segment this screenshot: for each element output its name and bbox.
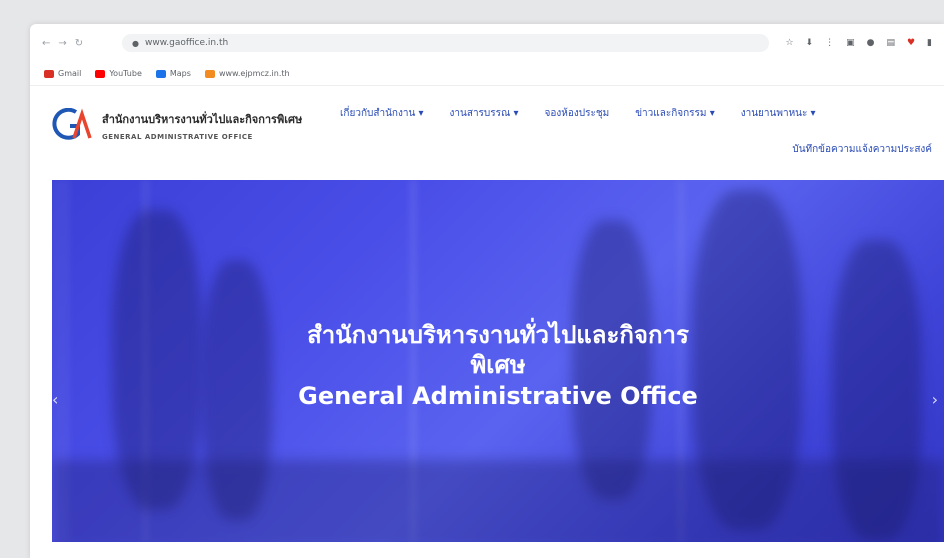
bookmark-site[interactable]: www.ejpmcz.in.th xyxy=(204,69,290,78)
menu-item-about[interactable]: เกี่ยวกับสำนักงาน ▾ xyxy=(340,106,424,121)
gmail-icon xyxy=(44,69,54,78)
menu-item-news[interactable]: ข่าวและกิจกรรม ▾ xyxy=(635,106,715,121)
back-icon[interactable]: ← xyxy=(42,38,50,49)
reload-icon[interactable]: ↻ xyxy=(75,38,83,49)
site-logo[interactable]: สำนักงานบริหารงานทั่วไปและกิจการพิเศษ GE… xyxy=(52,108,302,142)
hero-title-th-line1: สำนักงานบริหารงานทั่วไปและกิจการ xyxy=(307,321,689,349)
logo-title-th: สำนักงานบริหารงานทั่วไปและกิจการพิเศษ xyxy=(102,112,303,126)
toolbar-icons: ☆ ⬇ ⋮ ▣ ● ▤ ♥ ▮ xyxy=(785,38,932,48)
bookmark-gmail[interactable]: Gmail xyxy=(44,69,81,78)
profile-icon[interactable]: ▮ xyxy=(927,38,932,48)
menu-item-vehicles[interactable]: งานยานพาหนะ ▾ xyxy=(741,106,816,121)
maps-icon xyxy=(155,69,166,78)
bookmark-youtube[interactable]: YouTube xyxy=(95,69,142,78)
bookmark-maps[interactable]: Maps xyxy=(155,69,191,78)
youtube-icon xyxy=(95,69,106,78)
extension-icon[interactable]: ▤ xyxy=(886,38,895,48)
hero-title-th-line2: พิเศษ xyxy=(470,351,526,379)
ga-logo-icon xyxy=(52,108,92,140)
address-bar[interactable]: ● www.gaoffice.in.th xyxy=(122,34,770,52)
carousel-prev-icon[interactable]: ‹ xyxy=(52,390,58,409)
site-header: สำนักงานบริหารงานทั่วไปและกิจการพิเศษ GE… xyxy=(30,86,944,178)
logo-text: สำนักงานบริหารงานทั่วไปและกิจการพิเศษ GE… xyxy=(102,110,302,141)
browser-window: ← → ↻ ● www.gaoffice.in.th ☆ ⬇ ⋮ ▣ ● ▤ ♥… xyxy=(30,24,944,558)
extension-icon[interactable]: ● xyxy=(867,38,875,48)
bookmark-label: Maps xyxy=(169,69,191,78)
screen: ← → ↻ ● www.gaoffice.in.th ☆ ⬇ ⋮ ▣ ● ▤ ♥… xyxy=(0,0,944,558)
hero-title-en: General Administrative Office xyxy=(298,382,698,410)
logo-title-en: GENERAL ADMINISTRATIVE OFFICE xyxy=(102,132,253,141)
address-text: www.gaoffice.in.th xyxy=(144,38,229,48)
bookmarks-bar: Gmail YouTube Maps www.ejpmcz.in.th xyxy=(30,62,944,86)
bookmark-label: Gmail xyxy=(58,69,82,78)
extension-icon[interactable]: ▣ xyxy=(846,38,855,48)
browser-nav: ← → ↻ xyxy=(42,38,112,49)
carousel-next-icon[interactable]: › xyxy=(932,390,938,409)
extension-icon[interactable]: ♥ xyxy=(907,38,915,48)
bookmark-label: www.ejpmcz.in.th xyxy=(218,69,290,78)
bookmark-label: YouTube xyxy=(109,69,142,78)
hero-floor-shade xyxy=(52,460,944,542)
more-icon[interactable]: ⋮ xyxy=(825,38,834,48)
menu-item-room-booking[interactable]: จองห้องประชุม xyxy=(545,106,610,121)
menu-item-documents[interactable]: งานสารบรรณ ▾ xyxy=(450,106,519,121)
download-icon[interactable]: ⬇ xyxy=(806,38,814,48)
star-icon[interactable]: ☆ xyxy=(785,38,793,48)
menu-item-request-memo[interactable]: บันทึกข้อความแจ้งความประสงค์ xyxy=(792,142,932,157)
site-icon xyxy=(204,69,215,78)
browser-toolbar: ← → ↻ ● www.gaoffice.in.th ☆ ⬇ ⋮ ▣ ● ▤ ♥… xyxy=(30,24,944,62)
hero-banner: สำนักงานบริหารงานทั่วไปและกิจการ พิเศษ G… xyxy=(52,180,944,542)
lock-icon: ● xyxy=(132,38,139,48)
main-menu: เกี่ยวกับสำนักงาน ▾ งานสารบรรณ ▾ จองห้อง… xyxy=(340,106,816,121)
forward-icon[interactable]: → xyxy=(58,38,66,49)
hero-title: สำนักงานบริหารงานทั่วไปและกิจการ พิเศษ G… xyxy=(52,320,944,412)
